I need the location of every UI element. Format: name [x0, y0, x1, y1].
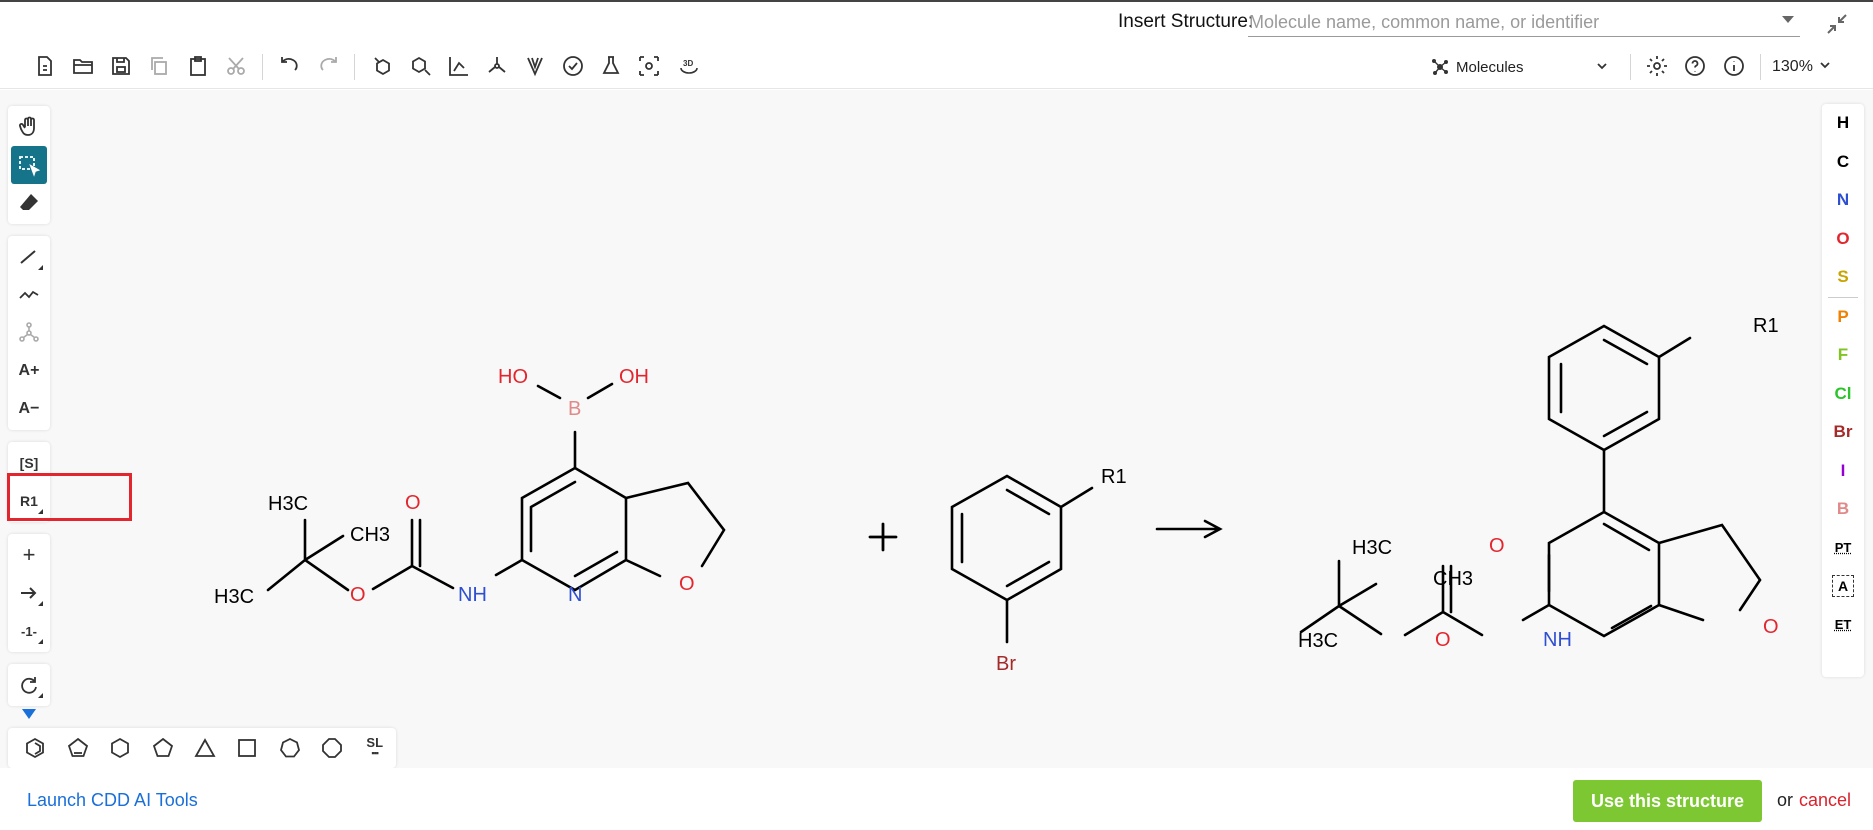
settings-gear-icon[interactable]	[1642, 51, 1672, 81]
3d-rotate-icon[interactable]: 3D	[674, 51, 704, 81]
element-i[interactable]: I	[1822, 452, 1864, 491]
eraser-icon	[20, 194, 38, 210]
collapse-icon[interactable]	[1825, 12, 1849, 36]
element-cl[interactable]: Cl	[1822, 375, 1864, 414]
stereo-icon[interactable]	[482, 51, 512, 81]
chain-icon	[19, 290, 39, 299]
launch-cdd-ai-tools-link[interactable]: Launch CDD AI Tools	[27, 790, 198, 811]
help-icon[interactable]	[1680, 51, 1710, 81]
element-o[interactable]: O	[1822, 220, 1864, 259]
cyclobutane-template[interactable]	[226, 731, 268, 765]
svg-text:3D: 3D	[683, 59, 693, 68]
cyclohexane-template[interactable]	[99, 731, 141, 765]
select-lasso-icon	[19, 156, 41, 177]
element-h[interactable]: H	[1822, 104, 1864, 143]
insert-structure-input[interactable]	[1248, 8, 1800, 37]
template-bar: SL ▪▪▪	[8, 728, 396, 768]
left-toolbar: A+ A− [S] R1 + -1-	[8, 106, 50, 718]
redo-icon[interactable]	[313, 51, 343, 81]
cut-icon[interactable]	[221, 51, 251, 81]
aromatize-icon[interactable]	[406, 51, 436, 81]
element-s[interactable]: S	[1822, 258, 1864, 297]
calculate-icon[interactable]	[634, 51, 664, 81]
element-pt[interactable]: PT	[1822, 529, 1864, 568]
element-palette: H C N O S P F Cl Br I B PT A ET	[1822, 104, 1864, 677]
zoom-select[interactable]: 130%	[1772, 53, 1852, 81]
benzene-template[interactable]	[14, 731, 56, 765]
hand-icon	[19, 116, 35, 136]
element-c[interactable]: C	[1822, 143, 1864, 182]
cyclopentane-template[interactable]	[141, 731, 183, 765]
insert-structure-bar: Insert Structure:	[0, 0, 1873, 40]
save-icon[interactable]	[106, 51, 136, 81]
element-f[interactable]: F	[1822, 336, 1864, 375]
element-a[interactable]: A	[1832, 575, 1854, 597]
select-tool[interactable]	[11, 146, 47, 184]
eraser-tool[interactable]	[8, 184, 50, 222]
new-document-icon[interactable]	[30, 51, 60, 81]
drawing-canvas[interactable]	[0, 90, 1873, 768]
element-n[interactable]: N	[1822, 181, 1864, 220]
atom-tool[interactable]	[8, 314, 50, 352]
cyclopentadiene-template[interactable]	[56, 731, 98, 765]
or-text: or	[1777, 790, 1794, 810]
use-structure-button[interactable]: Use this structure	[1573, 780, 1762, 822]
cyclopropane-template[interactable]	[184, 731, 226, 765]
structure-library-template[interactable]: SL ▪▪▪	[354, 731, 396, 765]
main-toolbar: 3D Molecules 130%	[0, 44, 1873, 89]
molecules-icon	[1430, 57, 1452, 77]
bond-tool[interactable]	[8, 238, 50, 276]
undo-icon[interactable]	[275, 51, 305, 81]
chevron-down-icon	[1819, 58, 1831, 76]
charge-plus-tool[interactable]: A+	[8, 352, 50, 390]
insert-structure-label: Insert Structure:	[1118, 11, 1254, 32]
zoom-label: 130%	[1772, 58, 1813, 75]
copy-icon[interactable]	[144, 51, 174, 81]
clean-icon[interactable]	[368, 51, 398, 81]
reaction-arrow-tool[interactable]	[8, 574, 50, 612]
flask-icon[interactable]	[596, 51, 626, 81]
chevron-down-icon[interactable]	[1782, 16, 1794, 23]
check-icon[interactable]	[558, 51, 588, 81]
hand-tool[interactable]	[8, 108, 50, 146]
chain-tool[interactable]	[8, 276, 50, 314]
info-icon[interactable]	[1719, 51, 1749, 81]
mapping-tool[interactable]: -1-	[8, 612, 50, 650]
charge-minus-tool[interactable]: A−	[8, 390, 50, 428]
element-p[interactable]: P	[1822, 298, 1864, 337]
chirality-icon[interactable]	[520, 51, 550, 81]
mode-select-label: Molecules	[1456, 58, 1524, 76]
atom-icon	[19, 322, 39, 342]
rgroup-highlight-box	[7, 473, 132, 521]
cycloheptane-template[interactable]	[269, 731, 311, 765]
more-tools-down-icon[interactable]	[22, 709, 36, 719]
chevron-down-icon	[1596, 59, 1608, 76]
open-folder-icon[interactable]	[68, 51, 98, 81]
element-et[interactable]: ET	[1822, 605, 1864, 644]
element-br[interactable]: Br	[1822, 413, 1864, 452]
rotate-tool[interactable]	[8, 666, 50, 704]
cancel-link[interactable]: cancel	[1799, 790, 1851, 811]
element-b[interactable]: B	[1822, 490, 1864, 529]
mode-select[interactable]: Molecules	[1430, 53, 1620, 81]
paste-icon[interactable]	[183, 51, 213, 81]
layout-icon[interactable]	[444, 51, 474, 81]
cyclooctane-template[interactable]	[311, 731, 353, 765]
reaction-plus-tool[interactable]: +	[8, 536, 50, 574]
